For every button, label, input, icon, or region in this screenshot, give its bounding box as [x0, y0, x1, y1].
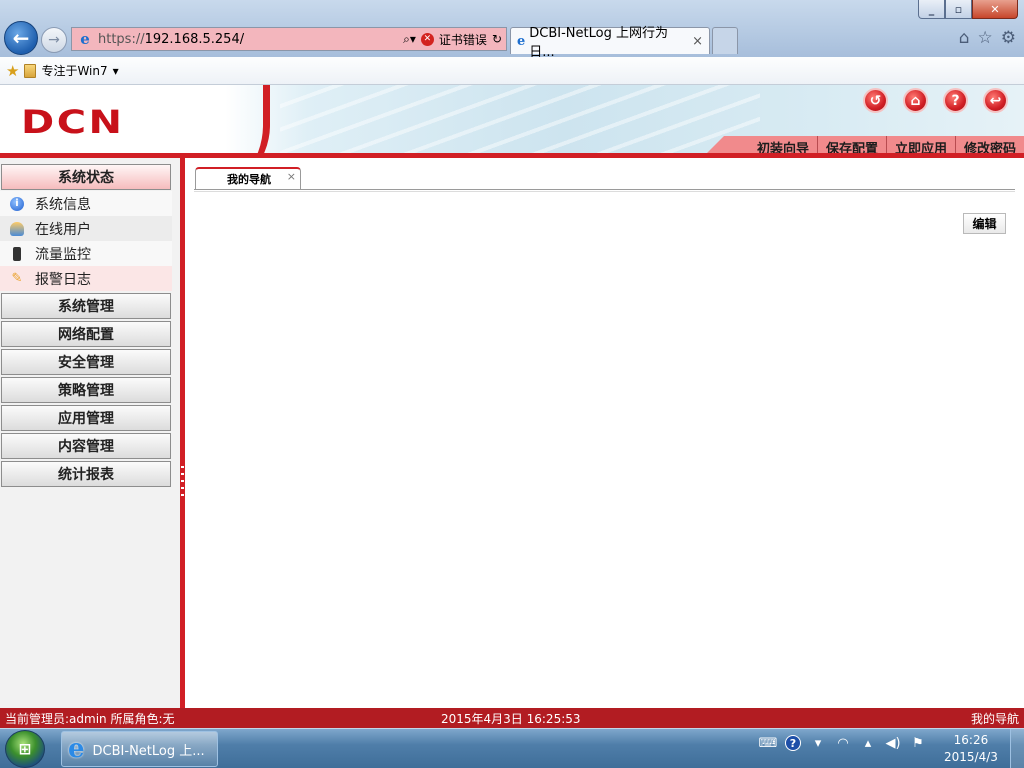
cert-error-icon[interactable]: ✕: [420, 32, 434, 46]
search-icon[interactable]: ⌕▾: [403, 32, 416, 47]
taskbar-item-label: DCBI-NetLog 上...: [92, 743, 205, 759]
ie-icon: e: [68, 734, 85, 764]
sidebar-item-label: 系统信息: [35, 196, 91, 213]
home-icon[interactable]: ⌂: [903, 88, 928, 113]
star-icon[interactable]: ★: [6, 62, 19, 80]
new-tab-button[interactable]: [712, 27, 738, 54]
status-current-page: 我的导航: [970, 712, 1019, 726]
sidebar-item-system-info[interactable]: i 系统信息: [0, 191, 172, 216]
browser-tab-active[interactable]: e DCBI-NetLog 上网行为日... ×: [510, 26, 710, 60]
status-datetime: 2015年4月3日 16:25:53: [441, 712, 581, 726]
logo: DCN: [21, 103, 125, 141]
app-header: DCN ↺ ⌂ ? ↩ 初装向导 保存配置 立即应用 修改密码: [0, 85, 1024, 158]
chevron-down-icon[interactable]: ▾: [113, 64, 119, 78]
splitter-grip[interactable]: [181, 466, 184, 496]
status-bar: 当前管理员:admin 所属角色:无 2015年4月3日 16:25:53 我的…: [0, 708, 1024, 728]
browser-tab-title: DCBI-NetLog 上网行为日...: [529, 26, 668, 60]
address-url[interactable]: https://192.168.5.254/: [98, 32, 244, 47]
sidebar-item-label: 报警日志: [35, 271, 91, 288]
tab-divider: [194, 191, 1015, 192]
start-button[interactable]: ⊞: [5, 730, 45, 768]
tab-divider: [194, 189, 1015, 190]
sidebar-group-content-management[interactable]: 内容管理: [1, 433, 171, 459]
current-admin-info: 当前管理员:admin 所属角色:无: [5, 712, 175, 726]
sidebar-item-alarm-log[interactable]: ✎ 报警日志: [0, 266, 172, 291]
system-tray: ⌨ ? ▾ ◠ ▴ ◀) ⚑: [759, 735, 926, 751]
chevron-down-icon[interactable]: ▾: [810, 735, 826, 751]
window-controls: _ ▫ ✕: [918, 0, 1018, 19]
taskbar: ⊞ e DCBI-NetLog 上... ⌨ ? ▾ ◠ ▴ ◀) ⚑ 16:2…: [0, 728, 1024, 768]
minimize-button[interactable]: _: [918, 0, 945, 19]
favorites-link[interactable]: 专注于Win7: [41, 62, 107, 79]
close-tab-icon[interactable]: ×: [692, 34, 703, 49]
info-icon: i: [10, 196, 24, 211]
close-icon[interactable]: ×: [287, 170, 296, 183]
sidebar-item-online-users[interactable]: 在线用户: [0, 216, 172, 241]
gear-icon[interactable]: ⚙: [1001, 28, 1016, 48]
exit-icon[interactable]: ↩: [983, 88, 1008, 113]
header-icons: ↺ ⌂ ? ↩: [863, 88, 1008, 113]
header-swoosh: [200, 85, 270, 158]
close-window-button[interactable]: ✕: [972, 0, 1018, 19]
sidebar-group-statistics-reports[interactable]: 统计报表: [1, 461, 171, 487]
taskbar-clock[interactable]: 16:26 2015/4/3: [944, 732, 998, 766]
traffic-light-icon: [10, 246, 24, 261]
forward-arrow-icon[interactable]: →: [41, 27, 67, 53]
favorites-icon[interactable]: ☆: [978, 28, 993, 48]
browser-titlebar: _ ▫ ✕ ← → e https://192.168.5.254/ ⌕▾ ✕ …: [0, 0, 1024, 60]
sidebar-group-network-config[interactable]: 网络配置: [1, 321, 171, 347]
sidebar-item-traffic-monitor[interactable]: 流量监控: [0, 241, 172, 266]
maximize-button[interactable]: ▫: [945, 0, 972, 19]
alarm-icon: ✎: [11, 271, 23, 286]
sidebar-group-system-status[interactable]: 系统状态: [1, 164, 171, 190]
cert-error-label[interactable]: 证书错误: [439, 31, 487, 48]
taskbar-item-ie[interactable]: e DCBI-NetLog 上...: [61, 731, 218, 767]
back-arrow-icon[interactable]: ←: [4, 21, 38, 55]
header-decoration: [280, 85, 760, 158]
tab-my-navigation[interactable]: 我的导航 ×: [195, 167, 301, 189]
clock-time: 16:26: [953, 733, 989, 747]
sidebar-group-system-management[interactable]: 系统管理: [1, 293, 171, 319]
address-bar[interactable]: e https://192.168.5.254/ ⌕▾ ✕ 证书错误 ↻: [71, 27, 507, 51]
refresh-icon[interactable]: ↻: [492, 32, 502, 46]
keyboard-icon[interactable]: ⌨: [759, 735, 778, 751]
help-icon[interactable]: ?: [785, 735, 801, 751]
clock-date: 2015/4/3: [944, 750, 998, 764]
edit-button[interactable]: 编辑: [963, 213, 1006, 234]
help-icon[interactable]: ?: [943, 88, 968, 113]
tab-label: 我的导航: [227, 173, 271, 186]
network-flag-icon[interactable]: ⚑: [910, 735, 926, 751]
ie-icon: e: [80, 30, 90, 48]
ie-icon: e: [517, 33, 526, 49]
sidebar-item-label: 流量监控: [35, 246, 91, 263]
home-icon[interactable]: ⌂: [959, 28, 970, 48]
logout-icon[interactable]: ↺: [863, 88, 888, 113]
folder-icon: [24, 63, 37, 78]
sidebar-group-security-management[interactable]: 安全管理: [1, 349, 171, 375]
sidebar-item-label: 在线用户: [35, 221, 91, 238]
show-hidden-icons-icon[interactable]: ▴: [860, 735, 876, 751]
show-desktop-button[interactable]: [1010, 729, 1024, 768]
user-icon: [10, 221, 24, 236]
main-content: 我的导航 × 编辑: [185, 158, 1024, 708]
favorites-bar: ★ 专注于Win7 ▾: [0, 57, 1024, 85]
browser-tools: ⌂ ☆ ⚙: [959, 28, 1016, 48]
sidebar-group-policy-management[interactable]: 策略管理: [1, 377, 171, 403]
volume-icon[interactable]: ◀): [885, 735, 901, 751]
sidebar: 系统状态 i 系统信息 在线用户 流量监控 ✎ 报警日志 系统管理 网络配置 安…: [0, 158, 180, 708]
wifi-icon[interactable]: ◠: [835, 735, 851, 751]
sidebar-group-app-management[interactable]: 应用管理: [1, 405, 171, 431]
